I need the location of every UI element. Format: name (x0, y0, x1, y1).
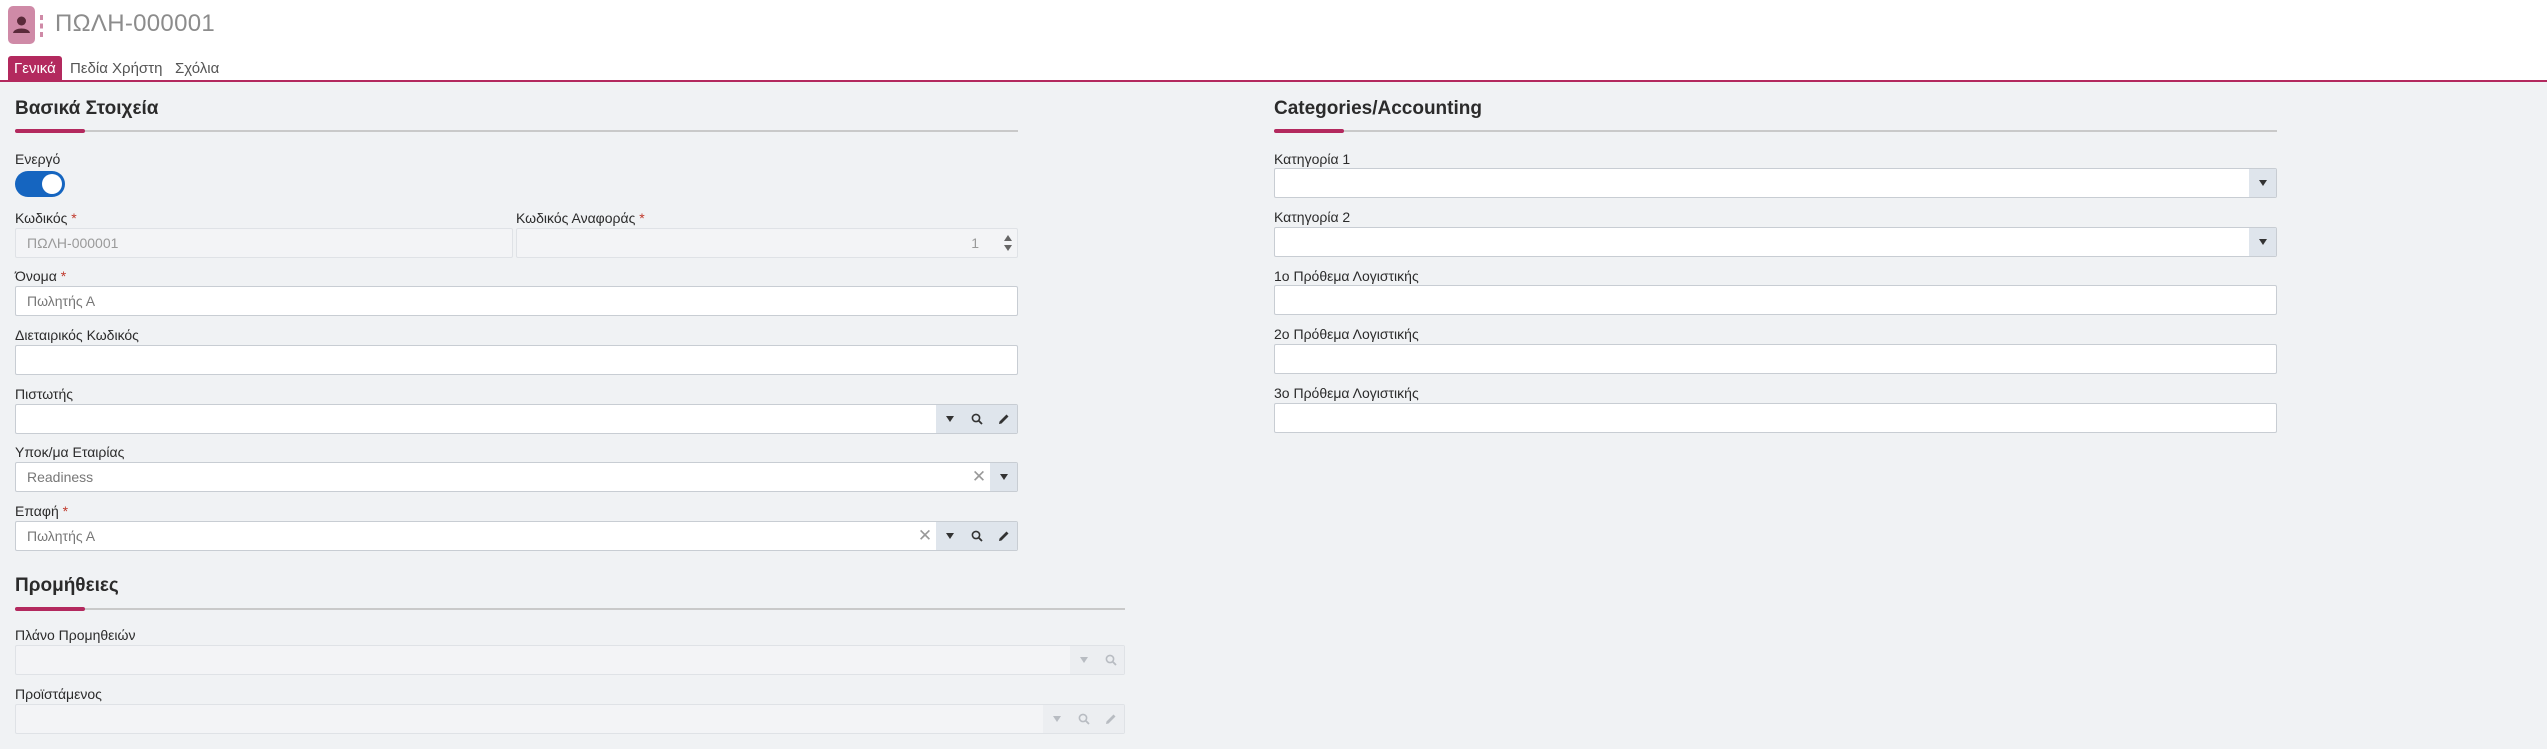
ref-code-field[interactable]: 1 (516, 228, 1018, 258)
section-title-basic: Βασικά Στοιχεία (15, 98, 159, 119)
number-stepper[interactable] (999, 229, 1017, 257)
section-accent (1274, 129, 1344, 133)
search-icon (1070, 705, 1097, 733)
ref-code-label: Κωδικός Αναφοράς * (516, 210, 645, 226)
category1-select[interactable] (1274, 168, 2277, 198)
contact-label: Επαφή * (15, 503, 69, 519)
category2-select[interactable] (1274, 227, 2277, 257)
section-title-accounting: Categories/Accounting (1274, 98, 1482, 119)
chevron-down-icon[interactable] (2249, 169, 2276, 197)
section-accent (15, 607, 85, 611)
mgmt-code-label: Διεταιρικός Κωδικός (15, 327, 139, 343)
active-label: Ενεργό (15, 151, 61, 167)
chevron-down-icon[interactable] (936, 522, 963, 550)
search-icon (1097, 646, 1124, 674)
search-icon[interactable] (963, 522, 990, 550)
chevron-down-icon[interactable] (936, 405, 963, 433)
chevron-down-icon (1070, 646, 1097, 674)
chevron-down-icon (1043, 705, 1070, 733)
chevron-down-icon[interactable] (2249, 228, 2276, 256)
edit-icon (1097, 705, 1124, 733)
tab-user-fields[interactable]: Πεδία Χρήστη (64, 56, 168, 81)
name-input[interactable]: Πωλητής Α (15, 286, 1018, 316)
section-title-commissions: Προμήθειες (15, 575, 119, 596)
active-toggle[interactable] (15, 171, 65, 197)
branch-label: Υποκ/μα Εταιρίας (15, 444, 125, 460)
section-rule (15, 130, 1018, 132)
creditor-label: Πιστωτής (15, 386, 73, 402)
code-field: ΠΩΛΗ-000001 (15, 228, 513, 258)
tab-general[interactable]: Γενικά (8, 56, 62, 81)
prefix1-input[interactable] (1274, 285, 2277, 315)
edit-icon[interactable] (990, 522, 1017, 550)
mgmt-code-input[interactable] (15, 345, 1018, 375)
contact-select[interactable]: Πωλητής Α ✕ (15, 521, 1018, 551)
prefix3-input[interactable] (1274, 403, 2277, 433)
category1-label: Κατηγορία 1 (1274, 151, 1351, 167)
clear-icon[interactable]: ✕ (914, 522, 936, 550)
plan-label: Πλάνο Προμηθειών (15, 627, 136, 643)
code-label: Κωδικός * (15, 210, 77, 226)
section-accent (15, 129, 85, 133)
category2-label: Κατηγορία 2 (1274, 209, 1351, 225)
plan-select (15, 645, 1125, 675)
branch-select[interactable]: Readiness ✕ (15, 462, 1018, 492)
name-label: Όνομα * (15, 268, 67, 284)
supervisor-label: Προϊστάμενος (15, 686, 102, 702)
page-title: ΠΩΛΗ-000001 (55, 10, 216, 37)
prefix2-input[interactable] (1274, 344, 2277, 374)
prefix3-label: 3ο Πρόθεμα Λογιστικής (1274, 385, 1419, 401)
search-icon[interactable] (963, 405, 990, 433)
prefix2-label: 2ο Πρόθεμα Λογιστικής (1274, 326, 1419, 342)
section-rule (15, 608, 1125, 610)
clear-icon[interactable]: ✕ (968, 463, 990, 491)
chevron-down-icon[interactable] (990, 463, 1017, 491)
creditor-select[interactable] (15, 404, 1018, 434)
tab-comments[interactable]: Σχόλια (169, 56, 225, 81)
prefix1-label: 1ο Πρόθεμα Λογιστικής (1274, 268, 1419, 284)
edit-icon[interactable] (990, 405, 1017, 433)
supervisor-select (15, 704, 1125, 734)
record-icon (8, 6, 43, 44)
section-rule (1274, 130, 2277, 132)
